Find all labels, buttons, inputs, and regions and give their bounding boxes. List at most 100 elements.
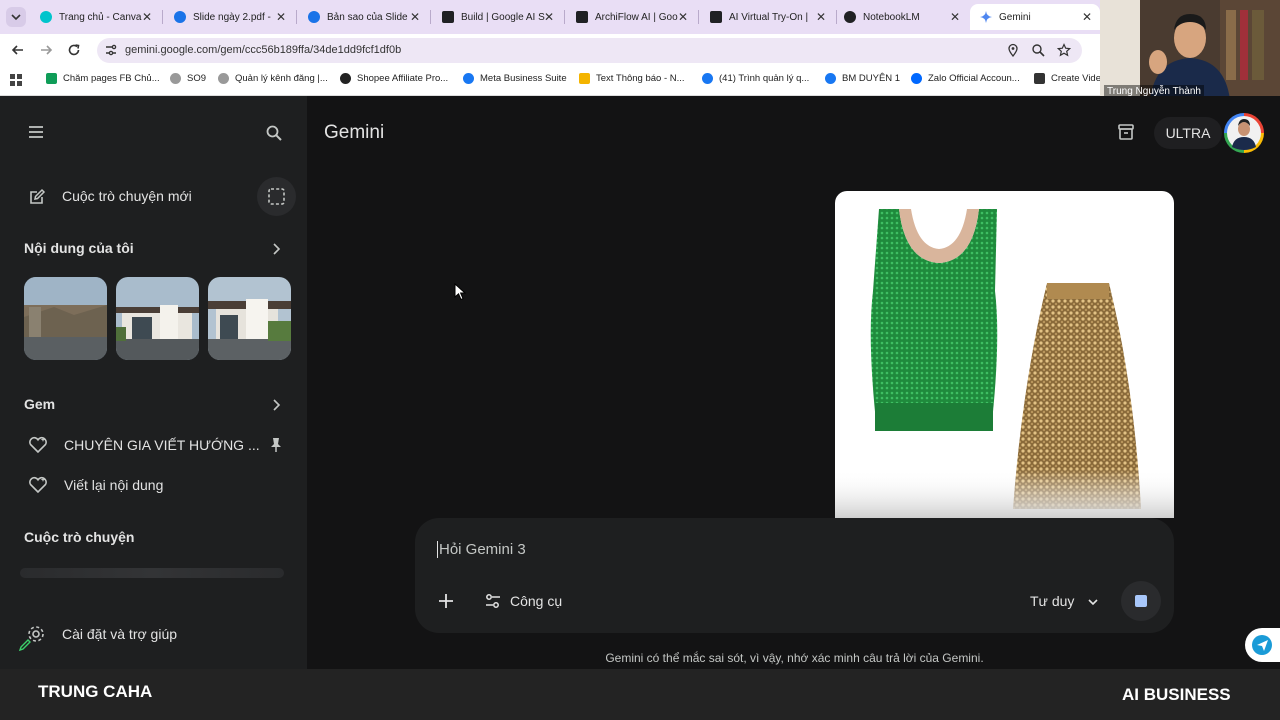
drive-icon: [579, 73, 590, 84]
shopee-icon: [340, 73, 351, 84]
create-video-icon: [1034, 73, 1045, 84]
close-icon[interactable]: ✕: [276, 10, 286, 24]
my-content-label: Nội dung của tôi: [24, 240, 134, 256]
drive-icon: [174, 11, 186, 23]
globe-icon: [218, 73, 229, 84]
chat-list-placeholder: [20, 568, 284, 578]
stop-square-icon: [1135, 595, 1147, 607]
my-content-header[interactable]: Nội dung của tôi: [20, 236, 290, 262]
add-icon[interactable]: [436, 591, 456, 611]
pencil-icon[interactable]: [18, 638, 32, 652]
location-icon[interactable]: [1006, 43, 1020, 58]
meta-icon: [463, 73, 474, 84]
bookmark-item[interactable]: Chăm pages FB Chủ...: [46, 73, 160, 84]
close-icon[interactable]: ✕: [678, 10, 688, 24]
zalo-icon: [911, 73, 922, 84]
bookmark-item[interactable]: Zalo Official Accoun...: [911, 73, 1020, 84]
chevron-down-icon: [1087, 595, 1099, 607]
zoom-icon[interactable]: [1031, 43, 1045, 57]
mouse-cursor: [454, 282, 467, 301]
close-icon[interactable]: ✕: [950, 10, 960, 24]
tools-sliders-icon: [484, 592, 502, 610]
settings-help-button[interactable]: Cài đặt và trợ giúp: [20, 619, 260, 649]
ai-studio-icon: [442, 11, 454, 23]
gem-item[interactable]: Viết lại nội dung: [20, 470, 292, 500]
chevron-right-icon: [270, 398, 282, 412]
globe-icon: [170, 73, 181, 84]
ai-studio-icon: [576, 11, 588, 23]
tab-archiflow[interactable]: ArchiFlow AI | Goo ✕: [566, 4, 696, 30]
avatar[interactable]: [1224, 113, 1264, 153]
tab-build-ai-studio[interactable]: Build | Google AI S ✕: [432, 4, 562, 30]
gem-header[interactable]: Gem: [20, 392, 290, 418]
menu-icon[interactable]: [27, 124, 45, 140]
content-thumbnail[interactable]: [116, 277, 199, 360]
gem-item[interactable]: CHUYÊN GIA VIẾT HƯỚNG ...: [20, 430, 292, 460]
prompt-input[interactable]: Hỏi Gemini 3: [437, 541, 1137, 558]
gem-section-label: Gem: [24, 396, 56, 412]
back-icon[interactable]: [10, 42, 26, 58]
url-text: gemini.google.com/gem/ccc56b189ffa/34de1…: [125, 44, 402, 56]
reload-icon[interactable]: [66, 42, 82, 58]
tab-search-icon[interactable]: [6, 7, 26, 27]
meta-icon: [702, 73, 713, 84]
gem-item-label: CHUYÊN GIA VIẾT HƯỚNG ...: [64, 437, 260, 453]
content-thumbnail[interactable]: [208, 277, 291, 360]
pin-icon[interactable]: [269, 437, 283, 453]
close-icon[interactable]: ✕: [410, 10, 420, 24]
meta-icon: [825, 73, 836, 84]
floating-assistant-button[interactable]: [1245, 628, 1280, 662]
tools-button[interactable]: Công cụ: [478, 586, 578, 616]
close-icon[interactable]: ✕: [816, 10, 826, 24]
chats-section-label: Cuộc trò chuyện: [24, 529, 135, 545]
app-title[interactable]: Gemini: [324, 122, 384, 144]
new-chat-button[interactable]: Cuộc trò chuyện mới: [20, 180, 240, 214]
tab-notebooklm[interactable]: NotebookLM ✕: [834, 4, 968, 30]
footer-left-brand: TRUNG CAHA: [38, 682, 153, 701]
bookmark-star-icon[interactable]: [1056, 43, 1072, 57]
send-plane-icon: [1252, 635, 1272, 655]
new-chat-label: Cuộc trò chuyện mới: [62, 188, 192, 204]
uploaded-image[interactable]: [835, 191, 1174, 518]
bookmark-item[interactable]: Quản lý kênh đăng |...: [218, 73, 328, 84]
tab-canva[interactable]: Trang chủ - Canva ✕: [30, 4, 160, 30]
footer-right-brand: AI BUSINESS: [1122, 685, 1231, 704]
stop-button[interactable]: [1121, 581, 1161, 621]
tab-slide-copy[interactable]: Bản sao của Slide ✕: [298, 4, 428, 30]
apps-grid-icon[interactable]: [10, 73, 22, 86]
close-icon[interactable]: ✕: [142, 10, 152, 24]
tab-virtual-tryon[interactable]: AI Virtual Try-On | ✕: [700, 4, 834, 30]
gem-item-label: Viết lại nội dung: [64, 477, 164, 493]
gem-heart-icon: [28, 436, 48, 454]
bookmark-item[interactable]: (41) Trình quản lý q...: [702, 73, 809, 84]
bookmark-item[interactable]: Meta Business Suite: [463, 73, 567, 84]
close-icon[interactable]: ✕: [1082, 10, 1092, 24]
disclaimer: Gemini có thể mắc sai sót, vì vậy, nhớ x…: [605, 651, 984, 665]
temporary-chat-button[interactable]: [257, 177, 296, 216]
bookmark-item[interactable]: BM DUYÊN 1: [825, 73, 900, 84]
drive-icon: [308, 11, 320, 23]
bookmark-item[interactable]: SO9: [170, 73, 206, 84]
gem-heart-icon: [28, 476, 48, 494]
plan-badge[interactable]: ULTRA: [1154, 117, 1222, 149]
bookmark-item[interactable]: Shopee Affiliate Pro...: [340, 73, 448, 84]
dashed-square-icon: [268, 188, 285, 205]
site-info-icon[interactable]: [104, 43, 118, 57]
tools-label: Công cụ: [510, 593, 563, 609]
mode-selector[interactable]: Tư duy: [1024, 586, 1110, 616]
gemini-star-icon: [980, 11, 992, 23]
canva-icon: [40, 11, 52, 23]
ai-studio-icon: [710, 11, 722, 23]
search-icon[interactable]: [265, 124, 283, 142]
tab-gemini[interactable]: Gemini ✕: [970, 4, 1100, 30]
archive-icon[interactable]: [1116, 122, 1136, 142]
forward-icon[interactable]: [38, 42, 54, 58]
content-thumbnail[interactable]: [24, 277, 107, 360]
close-icon[interactable]: ✕: [544, 10, 554, 24]
tab-slide-pdf[interactable]: Slide ngày 2.pdf - ✕: [164, 4, 294, 30]
edit-icon: [28, 188, 46, 206]
bookmark-item[interactable]: Text Thông báo - N...: [579, 73, 685, 84]
notebooklm-icon: [844, 11, 856, 23]
settings-label: Cài đặt và trợ giúp: [62, 626, 178, 642]
bookmark-item[interactable]: Create Vide: [1034, 73, 1101, 84]
